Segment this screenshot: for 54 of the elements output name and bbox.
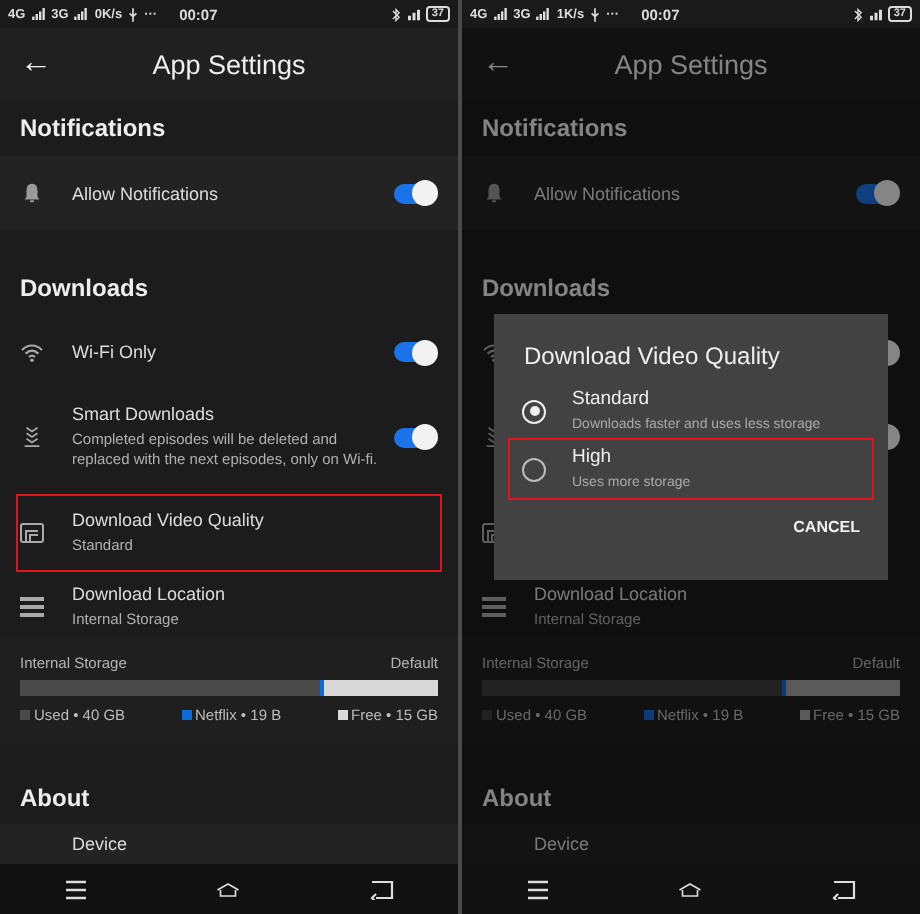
- back-icon[interactable]: [369, 879, 394, 899]
- back-button[interactable]: ←: [482, 46, 514, 82]
- row-label: Smart Downloads: [72, 404, 217, 425]
- option-label: Standard: [572, 388, 652, 410]
- toggle-switch[interactable]: [856, 183, 896, 203]
- wifi-icon: [20, 341, 44, 363]
- signal-icon: [493, 8, 508, 20]
- section-heading: Notifications: [18, 112, 168, 146]
- row-label: Device: [72, 834, 128, 854]
- toggle-switch[interactable]: [394, 342, 434, 362]
- row-label: Allow Notifications: [534, 183, 683, 203]
- screen-title: App Settings: [614, 49, 768, 79]
- home-icon[interactable]: [678, 879, 703, 899]
- home-icon[interactable]: [216, 879, 241, 899]
- radio-button[interactable]: [522, 457, 546, 482]
- download-icon: [20, 426, 44, 448]
- toggle-switch[interactable]: [394, 427, 434, 447]
- bell-icon: [482, 182, 506, 204]
- signal-icon: [536, 8, 551, 20]
- back-button[interactable]: ←: [20, 46, 52, 82]
- signal-icon: [74, 8, 89, 20]
- section-heading: Downloads: [480, 272, 613, 306]
- section-heading: Notifications: [480, 112, 630, 146]
- list-icon: [20, 595, 44, 617]
- signal-icon: [31, 8, 46, 20]
- row-label: Download Location: [534, 583, 690, 604]
- screen-title: App Settings: [152, 49, 306, 79]
- row-label: Download Video Quality: [72, 510, 266, 531]
- menu-icon[interactable]: [64, 879, 89, 899]
- bluetooth-icon: [389, 7, 402, 21]
- row-label: Wi-Fi Only: [72, 342, 158, 362]
- section-heading: About: [18, 782, 92, 816]
- menu-icon[interactable]: [526, 879, 551, 899]
- dialog-title: Download Video Quality: [522, 342, 782, 370]
- back-icon[interactable]: [831, 879, 856, 899]
- option-label: High: [572, 446, 614, 469]
- screen-icon: [20, 522, 44, 544]
- settings-row[interactable]: Allow Notifications: [462, 156, 920, 230]
- usb-icon: [128, 7, 139, 21]
- bell-icon: [20, 182, 44, 204]
- settings-row[interactable]: Allow Notifications: [0, 156, 458, 230]
- row-label: Download Location: [72, 583, 228, 604]
- toggle-switch[interactable]: [394, 183, 434, 203]
- list-icon: [482, 595, 506, 617]
- section-heading: About: [480, 782, 554, 816]
- settings-row[interactable]: Wi-Fi Only: [0, 320, 458, 384]
- section-heading: Downloads: [18, 272, 151, 306]
- signal-icon: [869, 7, 882, 21]
- bluetooth-icon: [851, 7, 864, 21]
- row-label: Device: [534, 834, 590, 854]
- cancel-button[interactable]: CANCEL: [781, 514, 872, 541]
- row-label: Allow Notifications: [72, 183, 221, 203]
- signal-icon: [407, 7, 420, 21]
- usb-icon: [590, 7, 601, 21]
